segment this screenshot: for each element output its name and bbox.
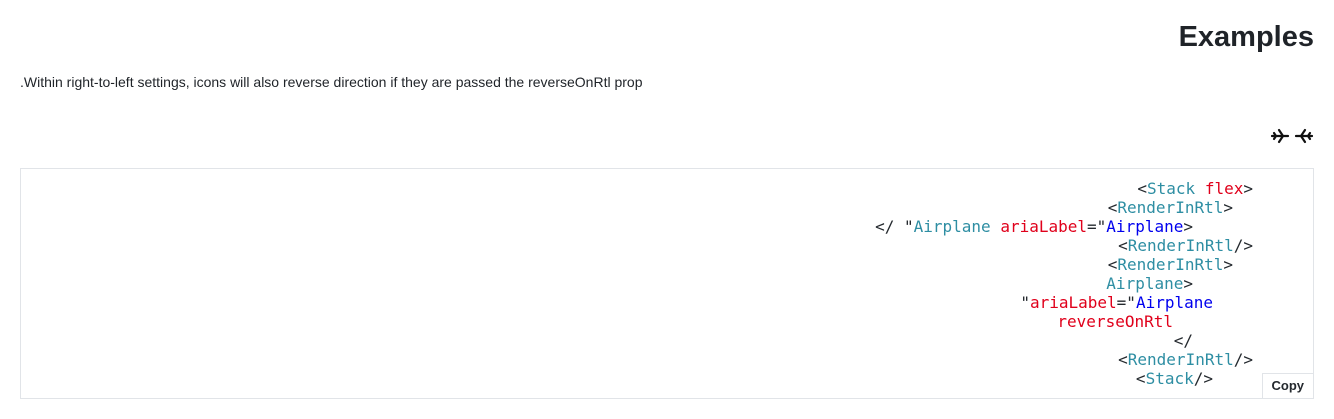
code-token-punct: /> (1233, 236, 1253, 255)
code-token-punct: < (1137, 179, 1148, 198)
page-title: Examples (1178, 21, 1314, 53)
code-token-punct: > (1183, 274, 1193, 293)
example-preview (1270, 124, 1314, 148)
code-line: <Stack flex> (875, 179, 1253, 198)
copy-button[interactable]: Copy (1261, 373, 1313, 398)
code-line: reverseOnRtl (875, 312, 1173, 331)
code-token-tag: RenderInRtl (1127, 350, 1234, 369)
code-token-tag: Airplane (913, 217, 991, 236)
code-token-str: Airplane (1135, 293, 1213, 312)
code-token-punct: /> (1233, 350, 1253, 369)
code-token-punct: </ (1173, 331, 1193, 350)
code-token-punct: > (1183, 217, 1193, 236)
code-token-punct: " (1020, 293, 1030, 312)
code-token-punct: > (1223, 255, 1233, 274)
code-token-punct: > (1243, 179, 1253, 198)
code-token-attr: ariaLabel (1029, 293, 1117, 312)
code-token-punct: < (1107, 198, 1118, 217)
code-token-punct (1195, 179, 1205, 198)
code-token-tag: RenderInRtl (1127, 236, 1234, 255)
code-token-punct: /> (1193, 369, 1213, 388)
code-content: <Stack flex> <RenderInRtl> </ "Airplane ar… (875, 179, 1253, 388)
code-line: </ (875, 331, 1193, 350)
code-line: Airplane> (875, 274, 1193, 293)
code-token-attr: flex (1204, 179, 1244, 198)
code-token-attr: reverseOnRtl (1057, 312, 1173, 331)
code-token-tag: Stack (1145, 369, 1194, 388)
code-block: <Stack flex> <RenderInRtl> </ "Airplane ar… (20, 168, 1314, 399)
code-token-punct: < (1107, 255, 1118, 274)
code-line: <RenderInRtl> (875, 255, 1233, 274)
code-token-punct: < (1118, 350, 1128, 369)
code-line: <RenderInRtl/> (875, 236, 1253, 255)
code-token-punct: =" (1116, 293, 1136, 312)
code-token-punct: < (1118, 236, 1128, 255)
code-token-tag: Stack (1147, 179, 1196, 198)
airplane-icon (1270, 126, 1290, 146)
code-token-punct: < (1135, 369, 1146, 388)
airplane-icon (1294, 126, 1314, 146)
code-token-tag: RenderInRtl (1117, 198, 1224, 217)
code-token-str: Airplane (1106, 217, 1184, 236)
code-token-tag: RenderInRtl (1117, 255, 1224, 274)
code-token-punct: > (1223, 198, 1233, 217)
code-line: <RenderInRtl/> (875, 350, 1253, 369)
code-line: <Stack/> (875, 369, 1213, 388)
code-token-punct (991, 217, 1001, 236)
code-token-punct: </ " (875, 217, 914, 236)
example-description: .Within right-to-left settings, icons wi… (20, 74, 643, 90)
code-token-punct: =" (1087, 217, 1107, 236)
code-token-tag: Airplane (1106, 274, 1184, 293)
code-token-attr: ariaLabel (1000, 217, 1088, 236)
code-line: "ariaLabel="Airplane (875, 293, 1213, 312)
code-line: </ "Airplane ariaLabel="Airplane> (875, 217, 1193, 236)
code-line: <RenderInRtl> (875, 198, 1233, 217)
